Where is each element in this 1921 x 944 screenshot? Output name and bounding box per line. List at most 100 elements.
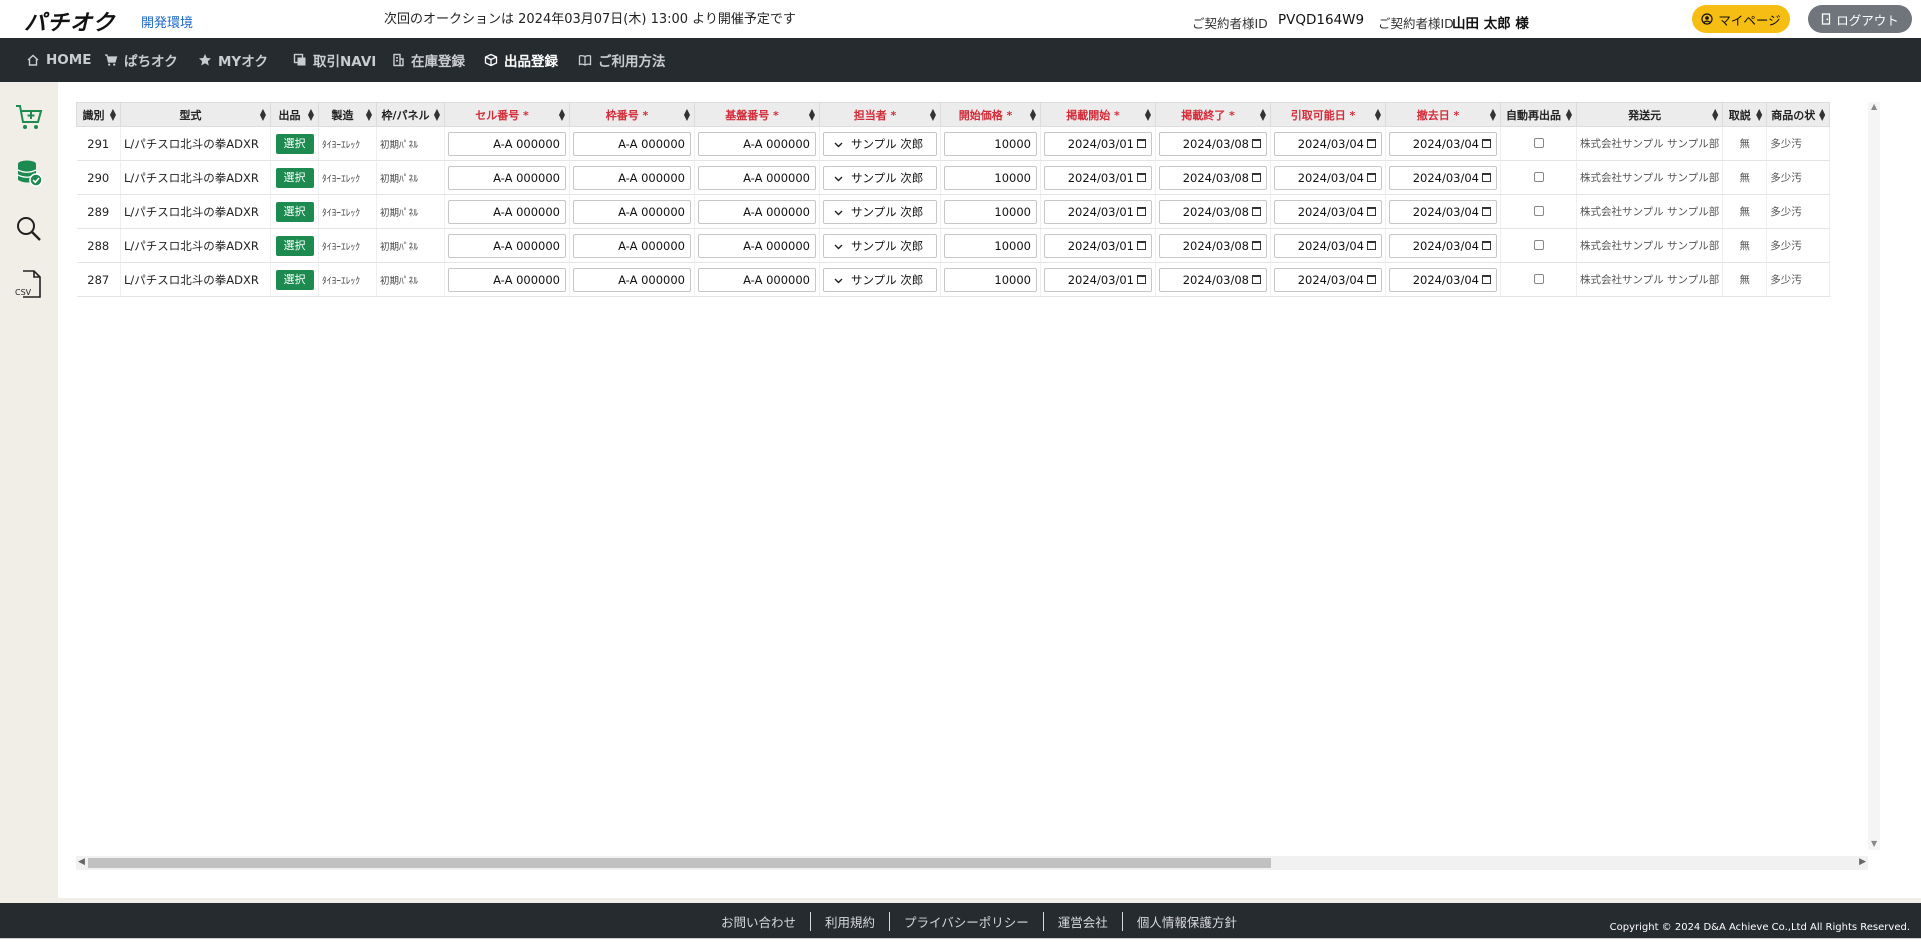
- scroll-right-icon[interactable]: ▶: [1859, 857, 1866, 867]
- sort-icon[interactable]: ▲ ▼: [684, 108, 690, 122]
- sort-icon[interactable]: ▲ ▼: [260, 108, 266, 122]
- column-header[interactable]: 商品の状 ▲ ▼: [1766, 102, 1831, 127]
- listing-start-date[interactable]: 2024/03/01: [1044, 267, 1152, 292]
- auto-relist-checkbox[interactable]: [1533, 137, 1544, 148]
- frame-number-input[interactable]: A-A 000000: [573, 165, 691, 190]
- board-number-input[interactable]: A-A 000000: [698, 199, 816, 224]
- calendar-icon[interactable]: [1252, 173, 1261, 182]
- column-header[interactable]: 製造 ▲ ▼: [318, 102, 377, 127]
- sort-icon[interactable]: ▲ ▼: [1375, 108, 1381, 122]
- sort-icon[interactable]: ▲ ▼: [434, 108, 440, 122]
- listing-end-date[interactable]: 2024/03/08: [1159, 165, 1267, 190]
- nav-home[interactable]: HOME: [26, 38, 91, 82]
- removal-date[interactable]: 2024/03/04: [1389, 267, 1497, 292]
- column-header[interactable]: 取説 ▲ ▼: [1722, 102, 1768, 127]
- pickup-date[interactable]: 2024/03/04: [1274, 233, 1382, 258]
- auto-relist-checkbox[interactable]: [1533, 273, 1544, 284]
- auto-relist-checkbox[interactable]: [1533, 171, 1544, 182]
- mypage-button[interactable]: マイページ: [1692, 5, 1790, 33]
- pickup-date[interactable]: 2024/03/04: [1274, 267, 1382, 292]
- sort-icon[interactable]: ▲ ▼: [930, 108, 936, 122]
- sort-icon[interactable]: ▲ ▼: [1712, 108, 1718, 122]
- start-price-input[interactable]: 10000: [944, 165, 1037, 190]
- calendar-icon[interactable]: [1137, 207, 1146, 216]
- removal-date[interactable]: 2024/03/04: [1389, 165, 1497, 190]
- footer-link-contact[interactable]: お問い合わせ: [721, 912, 810, 931]
- column-header[interactable]: 引取可能日 * ▲ ▼: [1270, 102, 1386, 127]
- listing-end-date[interactable]: 2024/03/08: [1159, 199, 1267, 224]
- removal-date[interactable]: 2024/03/04: [1389, 131, 1497, 156]
- column-header[interactable]: 枠/パネル ▲ ▼: [376, 102, 445, 127]
- start-price-input[interactable]: 10000: [944, 233, 1037, 258]
- horizontal-scrollbar[interactable]: ◀ ▶: [76, 856, 1868, 870]
- column-header[interactable]: 撤去日 * ▲ ▼: [1385, 102, 1501, 127]
- start-price-input[interactable]: 10000: [944, 199, 1037, 224]
- nav-torihiki[interactable]: 取引NAVI: [293, 38, 376, 82]
- pickup-date[interactable]: 2024/03/04: [1274, 131, 1382, 156]
- side-database-button[interactable]: [12, 156, 46, 190]
- removal-date[interactable]: 2024/03/04: [1389, 233, 1497, 258]
- sort-icon[interactable]: ▲ ▼: [1756, 108, 1762, 122]
- column-header[interactable]: 掲載開始 * ▲ ▼: [1040, 102, 1156, 127]
- cell-number-input[interactable]: A-A 000000: [448, 165, 566, 190]
- listing-start-date[interactable]: 2024/03/01: [1044, 165, 1152, 190]
- sort-icon[interactable]: ▲ ▼: [1030, 108, 1036, 122]
- column-header[interactable]: 担当者 * ▲ ▼: [819, 102, 941, 127]
- footer-link-personal-info[interactable]: 個人情報保護方針: [1121, 912, 1251, 931]
- nav-myoku[interactable]: MYオク: [198, 38, 268, 82]
- select-button[interactable]: 選択: [275, 201, 314, 222]
- select-button[interactable]: 選択: [275, 269, 314, 290]
- frame-number-input[interactable]: A-A 000000: [573, 233, 691, 258]
- calendar-icon[interactable]: [1367, 139, 1376, 148]
- scroll-down-icon[interactable]: ▼: [1871, 839, 1877, 848]
- calendar-icon[interactable]: [1367, 173, 1376, 182]
- calendar-icon[interactable]: [1137, 275, 1146, 284]
- horizontal-scroll-thumb[interactable]: [88, 858, 1271, 868]
- calendar-icon[interactable]: [1482, 139, 1491, 148]
- pickup-date[interactable]: 2024/03/04: [1274, 199, 1382, 224]
- frame-number-input[interactable]: A-A 000000: [573, 131, 691, 156]
- staff-select[interactable]: サンプル 次郎: [823, 199, 937, 224]
- calendar-icon[interactable]: [1367, 207, 1376, 216]
- calendar-icon[interactable]: [1137, 173, 1146, 182]
- sort-icon[interactable]: ▲ ▼: [1260, 108, 1266, 122]
- calendar-icon[interactable]: [1137, 241, 1146, 250]
- board-number-input[interactable]: A-A 000000: [698, 165, 816, 190]
- select-button[interactable]: 選択: [275, 235, 314, 256]
- removal-date[interactable]: 2024/03/04: [1389, 199, 1497, 224]
- scroll-up-icon[interactable]: ▲: [1871, 102, 1877, 111]
- staff-select[interactable]: サンプル 次郎: [823, 165, 937, 190]
- calendar-icon[interactable]: [1367, 275, 1376, 284]
- footer-link-company[interactable]: 運営会社: [1042, 912, 1122, 931]
- cell-number-input[interactable]: A-A 000000: [448, 199, 566, 224]
- pickup-date[interactable]: 2024/03/04: [1274, 165, 1382, 190]
- side-csv-button[interactable]: CSV: [12, 268, 46, 302]
- calendar-icon[interactable]: [1252, 275, 1261, 284]
- auto-relist-checkbox[interactable]: [1533, 205, 1544, 216]
- site-logo[interactable]: パチオク: [24, 5, 116, 37]
- listing-start-date[interactable]: 2024/03/01: [1044, 199, 1152, 224]
- footer-link-privacy[interactable]: プライバシーポリシー: [889, 912, 1043, 931]
- staff-select[interactable]: サンプル 次郎: [823, 233, 937, 258]
- column-header[interactable]: 発送元 ▲ ▼: [1575, 102, 1724, 127]
- nav-zaiko[interactable]: 在庫登録: [391, 38, 465, 82]
- select-button[interactable]: 選択: [275, 133, 314, 154]
- nav-pachioku[interactable]: ぱちオク: [104, 38, 178, 82]
- board-number-input[interactable]: A-A 000000: [698, 131, 816, 156]
- sort-icon[interactable]: ▲ ▼: [110, 108, 116, 122]
- side-search-button[interactable]: [12, 212, 46, 246]
- calendar-icon[interactable]: [1482, 275, 1491, 284]
- calendar-icon[interactable]: [1482, 173, 1491, 182]
- sort-icon[interactable]: ▲ ▼: [559, 108, 565, 122]
- listing-end-date[interactable]: 2024/03/08: [1159, 131, 1267, 156]
- calendar-icon[interactable]: [1482, 207, 1491, 216]
- column-header[interactable]: 識別 ▲ ▼: [76, 102, 121, 127]
- column-header[interactable]: セル番号 * ▲ ▼: [444, 102, 570, 127]
- column-header[interactable]: 型式 ▲ ▼: [120, 102, 271, 127]
- sort-icon[interactable]: ▲ ▼: [1490, 108, 1496, 122]
- column-header[interactable]: 枠番号 * ▲ ▼: [569, 102, 695, 127]
- cell-number-input[interactable]: A-A 000000: [448, 131, 566, 156]
- calendar-icon[interactable]: [1367, 241, 1376, 250]
- listing-end-date[interactable]: 2024/03/08: [1159, 267, 1267, 292]
- nav-guide[interactable]: ご利用方法: [578, 38, 666, 82]
